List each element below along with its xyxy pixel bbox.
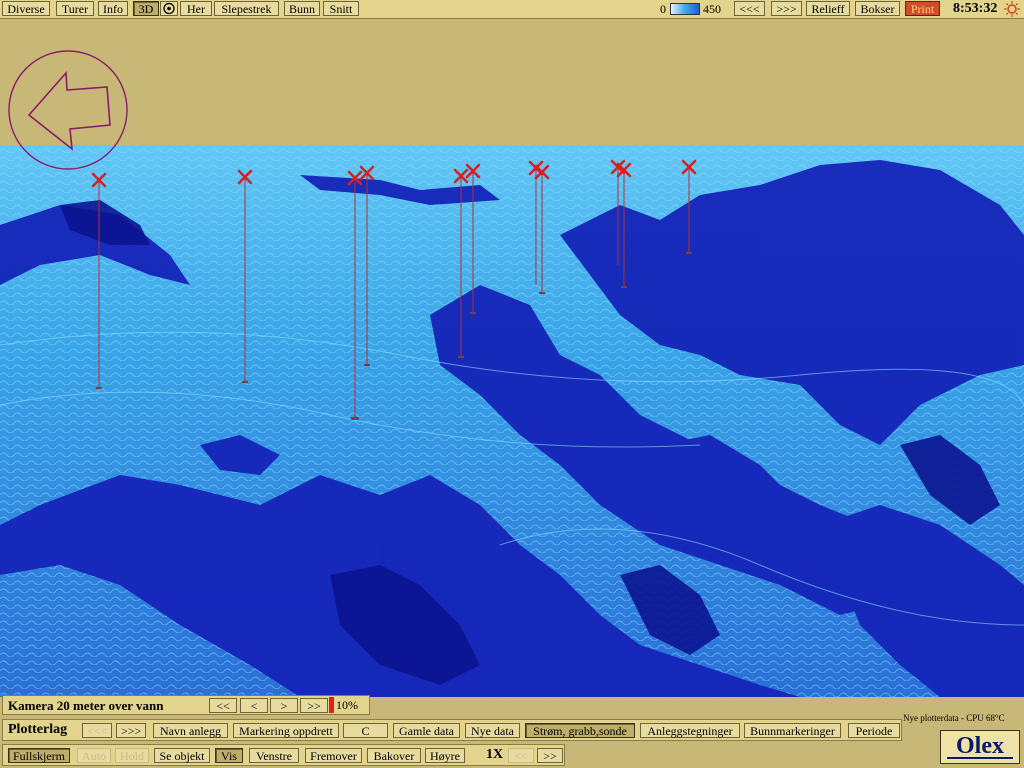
menu-diverse[interactable]: Diverse: [2, 1, 50, 16]
show-object-button[interactable]: Se objekt: [154, 748, 210, 763]
plotter-strom-grabb-sonde[interactable]: Strøm, grabb,sonde: [525, 723, 635, 738]
plotter-periode[interactable]: Periode: [848, 723, 900, 738]
plotter-row: Plotterlag <<< >>> Navn anlegg Markering…: [2, 719, 902, 741]
camera-fastforward-button[interactable]: >>: [300, 698, 328, 713]
top-toolbar: Diverse Turer Info 3D Her Slepestrek Bun…: [0, 0, 1024, 19]
seabed-3d-view[interactable]: [0, 145, 1024, 697]
menu-snitt[interactable]: Snitt: [323, 1, 359, 16]
relief-button[interactable]: Relieff: [806, 1, 850, 16]
plotter-gamle-data[interactable]: Gamle data: [393, 723, 460, 738]
sky-area: [0, 19, 1024, 147]
camera-row: Kamera 20 meter over vann << < > >> 10%: [2, 695, 370, 715]
plotter-next-button[interactable]: >>>: [116, 723, 146, 738]
menu-slepestrek[interactable]: Slepestrek: [214, 1, 279, 16]
olex-logo: Olex: [940, 730, 1020, 764]
plotter-prev-button[interactable]: <<<: [82, 723, 112, 738]
plotter-c[interactable]: C: [343, 723, 388, 738]
plotter-anleggstegninger[interactable]: Anleggstegninger: [640, 723, 740, 738]
slower-button[interactable]: <<: [508, 748, 534, 763]
menu-3d[interactable]: 3D: [133, 1, 159, 16]
print-button[interactable]: Print: [905, 1, 940, 16]
nav-next-button[interactable]: >>>: [771, 1, 802, 16]
plotter-nye-data[interactable]: Nye data: [465, 723, 520, 738]
target-icon[interactable]: [160, 1, 178, 16]
plotter-bunnmarkeringer[interactable]: Bunnmarkeringer: [744, 723, 841, 738]
plotter-label: Plotterlag: [8, 722, 68, 737]
camera-forward-button[interactable]: >: [270, 698, 298, 713]
plotter-navn-anlegg[interactable]: Navn anlegg: [153, 723, 228, 738]
forward-button[interactable]: Fremover: [305, 748, 362, 763]
status-text: Nye plotterdata - CPU 68°C: [903, 713, 1005, 723]
depth-max-label: 450: [703, 2, 721, 16]
back-button[interactable]: Bakover: [367, 748, 421, 763]
left-button[interactable]: Venstre: [249, 748, 299, 763]
hold-button[interactable]: Hold: [115, 748, 149, 763]
marker-layer: [91, 159, 697, 420]
boxes-button[interactable]: Bokser: [855, 1, 900, 16]
faster-button[interactable]: >>: [537, 748, 563, 763]
depth-color-scale: [670, 3, 700, 15]
menu-info[interactable]: Info: [98, 1, 128, 16]
menu-bunn[interactable]: Bunn: [284, 1, 320, 16]
clock: 8:53:32: [953, 1, 998, 16]
speed-label: 1X: [486, 747, 504, 762]
zoom-level-bar: [329, 697, 334, 713]
nav-prev-button[interactable]: <<<: [734, 1, 765, 16]
fullscreen-button[interactable]: Fullskjerm: [8, 748, 70, 763]
auto-button[interactable]: Auto: [77, 748, 111, 763]
camera-zoom-value: 10%: [336, 698, 358, 712]
right-button[interactable]: Høyre: [425, 748, 465, 763]
vis-button[interactable]: Vis: [215, 748, 243, 763]
camera-rewind-button[interactable]: <<: [209, 698, 237, 713]
menu-turer[interactable]: Turer: [56, 1, 94, 16]
camera-back-button[interactable]: <: [240, 698, 268, 713]
depth-min-label: 0: [660, 2, 666, 16]
controls-row: Fullskjerm Auto Hold Se objekt Vis Venst…: [2, 744, 565, 766]
heading-arrow-icon[interactable]: [7, 49, 129, 171]
plotter-markering-oppdrett[interactable]: Markering oppdrett: [233, 723, 339, 738]
menu-her[interactable]: Her: [180, 1, 212, 16]
sun-icon: [1003, 1, 1021, 21]
camera-label: Kamera 20 meter over vann: [8, 698, 164, 713]
